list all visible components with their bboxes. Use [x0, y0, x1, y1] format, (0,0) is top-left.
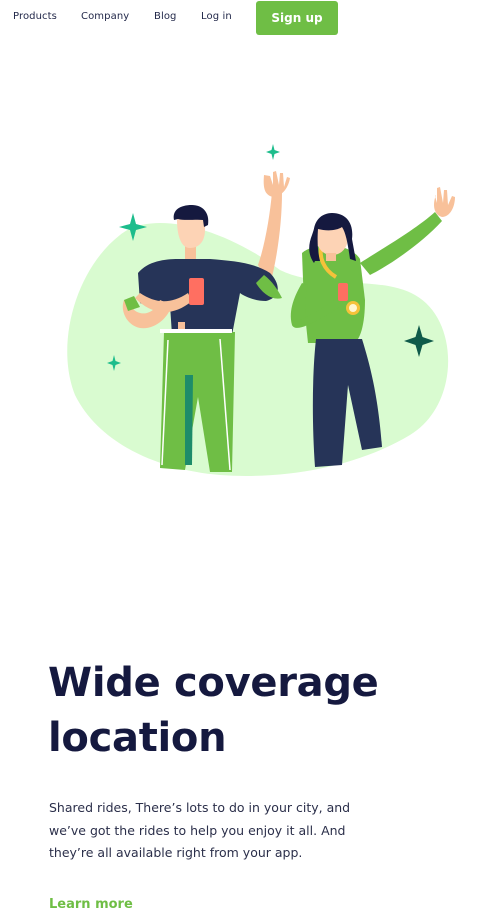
- top-navigation: Products Company Blog Log in Sign up: [0, 0, 478, 36]
- learn-more-link[interactable]: Learn more: [49, 897, 133, 912]
- section-title: Wide coverage location: [48, 656, 448, 766]
- title-line-1: Wide coverage: [48, 660, 379, 706]
- nav-login-link[interactable]: Log in: [201, 11, 232, 22]
- section-description: Shared rides, There’s lots to do in your…: [49, 800, 351, 860]
- hero-illustration: [67, 144, 455, 476]
- signup-button[interactable]: Sign up: [256, 1, 338, 35]
- nav-company-link[interactable]: Company: [81, 11, 129, 22]
- nav-blog-link[interactable]: Blog: [154, 11, 177, 22]
- nav-products-link[interactable]: Products: [13, 11, 57, 22]
- title-line-2: location: [48, 715, 227, 761]
- sparkle-icon: [266, 144, 280, 160]
